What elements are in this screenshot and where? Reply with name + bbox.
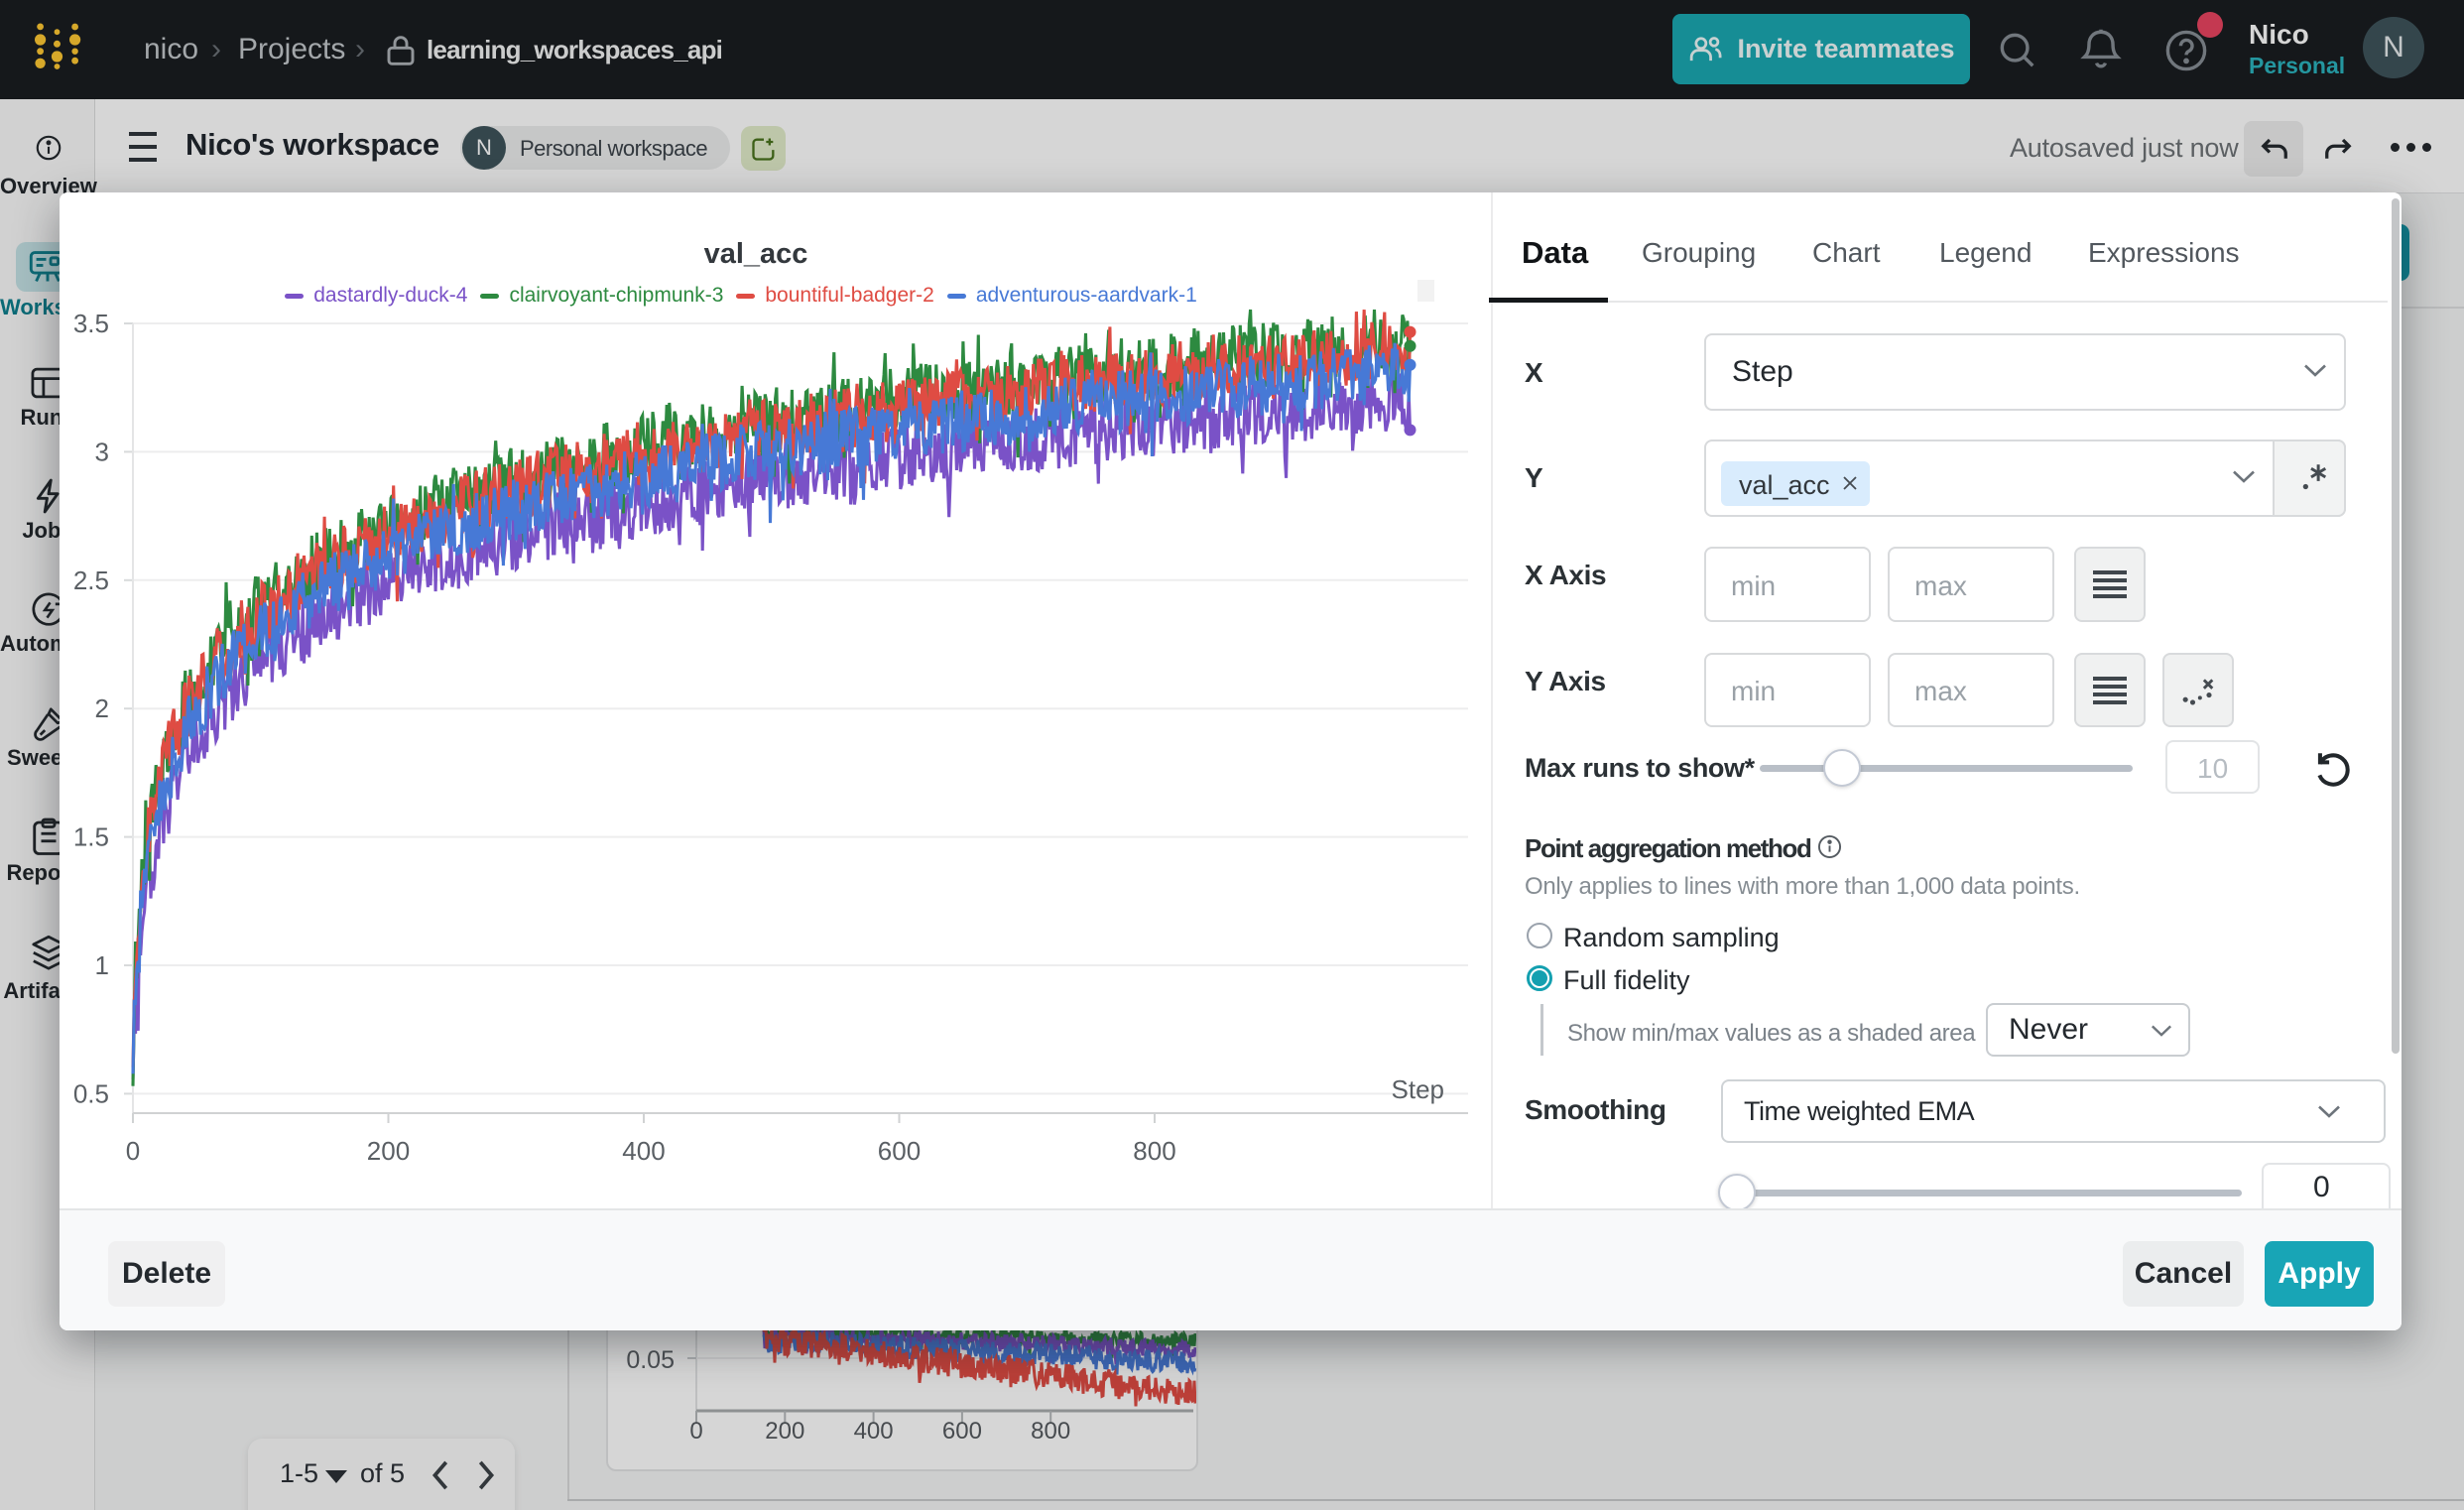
svg-text:2.5: 2.5 xyxy=(73,566,109,595)
svg-text:3: 3 xyxy=(95,437,109,466)
svg-text:200: 200 xyxy=(367,1136,410,1166)
svg-text:1.5: 1.5 xyxy=(73,822,109,852)
svg-text:800: 800 xyxy=(1133,1136,1175,1166)
svg-text:0.5: 0.5 xyxy=(73,1078,109,1108)
svg-text:2: 2 xyxy=(95,693,109,723)
svg-text:600: 600 xyxy=(878,1136,921,1166)
svg-text:3.5: 3.5 xyxy=(73,309,109,338)
svg-text:Step: Step xyxy=(1392,1074,1445,1104)
svg-text:0: 0 xyxy=(126,1136,140,1166)
svg-text:400: 400 xyxy=(622,1136,665,1166)
svg-text:1: 1 xyxy=(95,950,109,980)
